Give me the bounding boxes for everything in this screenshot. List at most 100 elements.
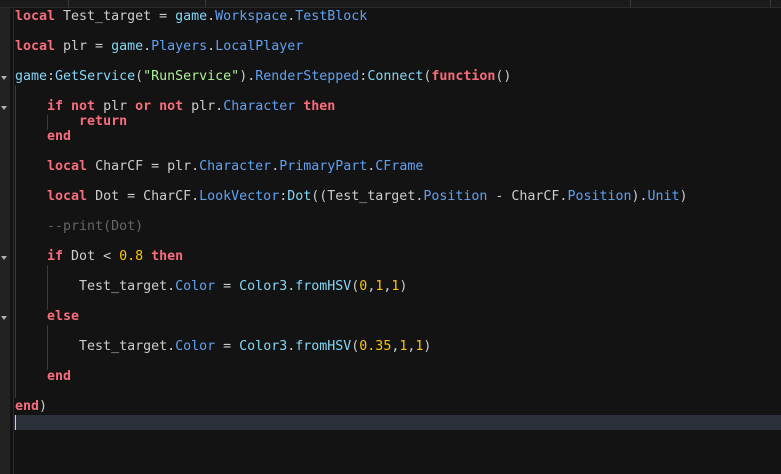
code-token-prop: Color (175, 279, 216, 294)
code-token-kw: return (79, 114, 128, 129)
code-token-txt: ) (679, 189, 688, 204)
code-token-fn: Connect (367, 69, 424, 84)
code-token-fn: GetService (55, 69, 136, 84)
code-token-num: 0.35 (359, 339, 392, 354)
code-token-txt: = (215, 279, 240, 294)
code-token-txt: Test_target. (15, 339, 176, 354)
tab-divider (205, 0, 206, 7)
current-line-highlight (14, 415, 781, 430)
editor-gutter (0, 8, 10, 474)
code-token-prop: RenderStepped (255, 69, 360, 84)
code-token-kw: then (151, 249, 184, 264)
code-token-prop: Character (223, 99, 296, 114)
code-token-txt: ) (399, 279, 408, 294)
code-line[interactable]: end (15, 369, 71, 384)
code-line[interactable]: end (15, 129, 71, 144)
code-line[interactable]: local plr = game.Players.LocalPlayer (15, 39, 303, 54)
code-token-prop: CFrame (375, 159, 424, 174)
code-token-fn: game (175, 9, 208, 24)
code-token-kw: if (47, 249, 64, 264)
code-line[interactable]: local Dot = CharCF.LookVector:Dot((Test_… (15, 189, 688, 204)
code-token-kw: local (47, 159, 88, 174)
code-token-kw: end (15, 399, 40, 414)
code-token-kw: function (431, 69, 496, 84)
code-token-fn: fromHSV (295, 339, 352, 354)
code-token-fn: game (111, 39, 144, 54)
code-line[interactable]: game:GetService("RunService").RenderStep… (15, 69, 511, 84)
code-token-txt: : (47, 69, 56, 84)
code-token-prop: Position (567, 189, 632, 204)
fold-arrow-icon[interactable] (1, 256, 7, 260)
code-token-txt: . (207, 9, 216, 24)
text-cursor (15, 415, 16, 430)
code-line[interactable]: else (15, 309, 79, 324)
code-token-txt: Test_target. (15, 279, 176, 294)
code-line[interactable]: Test_target.Color = Color3.fromHSV(0,1,1… (15, 279, 407, 294)
code-token-txt: . (143, 39, 152, 54)
code-token-prop: LocalPlayer (215, 39, 304, 54)
code-token-prop: LookVector (199, 189, 280, 204)
code-line[interactable]: Test_target.Color = Color3.fromHSV(0.35,… (15, 339, 431, 354)
code-token-txt: Test_target = (55, 9, 176, 24)
code-token-txt: plr = (55, 39, 112, 54)
code-token-kw: then (303, 99, 336, 114)
code-token-kw: end (47, 369, 72, 384)
tab-divider (770, 0, 771, 7)
code-line[interactable]: --print(Dot) (15, 219, 143, 234)
fold-arrow-icon[interactable] (1, 106, 7, 110)
code-token-prop: Unit (647, 189, 680, 204)
code-token-txt: CharCF = plr. (87, 159, 200, 174)
code-token-fn: Dot (287, 189, 312, 204)
code-token-txt: () (495, 69, 512, 84)
code-token-txt: ). (239, 69, 256, 84)
code-token-fn: Color3 (239, 279, 288, 294)
code-token-prop: Players (151, 39, 208, 54)
code-token-txt: ( (135, 69, 144, 84)
code-token-txt: ) (423, 339, 432, 354)
code-line[interactable]: if Dot < 0.8 then (15, 249, 183, 264)
code-token-txt: ) (39, 399, 48, 414)
tab-divider (630, 0, 631, 7)
gutter-divider (13, 8, 14, 474)
code-token-kw: local (47, 189, 88, 204)
code-token-prop: PrimaryPart (279, 159, 368, 174)
code-token-prop: Color (175, 339, 216, 354)
code-line[interactable]: local CharCF = plr.Character.PrimaryPart… (15, 159, 423, 174)
code-token-kw: if not (47, 99, 96, 114)
code-line[interactable]: if not plr or not plr.Character then (15, 99, 335, 114)
tab-strip (0, 0, 781, 8)
code-token-txt: Dot = CharCF. (87, 189, 200, 204)
code-token-kw: or not (135, 99, 184, 114)
fold-arrow-icon[interactable] (1, 316, 7, 320)
code-token-com: --print(Dot) (47, 219, 144, 234)
code-line[interactable]: end) (15, 399, 47, 414)
code-line[interactable]: local Test_target = game.Workspace.TestB… (15, 9, 367, 24)
code-token-prop: Character (199, 159, 272, 174)
code-token-txt: - CharCF. (487, 189, 568, 204)
code-token-prop: Position (423, 189, 488, 204)
code-token-prop: TestBlock (295, 9, 368, 24)
code-token-kw: end (47, 129, 72, 144)
code-line[interactable]: return (15, 114, 127, 129)
code-token-fn: fromHSV (295, 279, 352, 294)
code-token-kw: local (15, 39, 56, 54)
code-token-txt: ((Test_target. (311, 189, 424, 204)
code-token-fn: game (15, 69, 48, 84)
fold-arrow-icon[interactable] (1, 76, 7, 80)
code-token-txt: Dot < (63, 249, 120, 264)
code-token-txt: ). (631, 189, 648, 204)
code-token-num: 0.8 (119, 249, 144, 264)
code-token-kw: else (47, 309, 80, 324)
code-token-txt: plr. (183, 99, 224, 114)
code-token-prop: Workspace (215, 9, 288, 24)
code-token-kw: local (15, 9, 56, 24)
